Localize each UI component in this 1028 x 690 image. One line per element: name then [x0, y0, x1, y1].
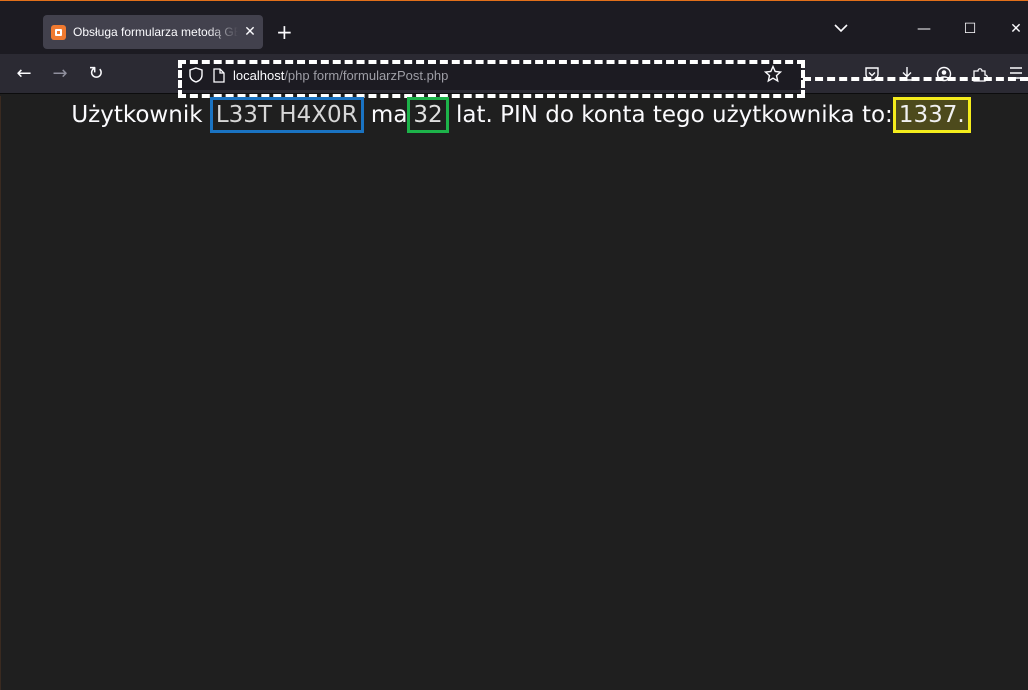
- forward-button[interactable]: →: [48, 62, 72, 86]
- text-suffix: lat. PIN do konta tego użytkownika to:: [456, 102, 893, 128]
- url-text[interactable]: localhost/php form/formularzPost.php: [233, 68, 448, 83]
- navigation-toolbar: ← → ↻ localhost/php form/formularzPost.p…: [0, 54, 1028, 94]
- text-middle: ma: [370, 102, 408, 128]
- pin-value: 1337.: [892, 97, 971, 133]
- close-window-button[interactable]: ✕: [1006, 21, 1026, 37]
- account-icon[interactable]: [936, 66, 952, 82]
- extensions-icon[interactable]: [972, 66, 988, 82]
- back-button[interactable]: ←: [12, 62, 36, 86]
- minimize-button[interactable]: —: [914, 21, 934, 37]
- xampp-icon: [51, 24, 66, 40]
- pocket-icon[interactable]: [864, 66, 880, 82]
- shield-icon[interactable]: [189, 67, 203, 83]
- maximize-button[interactable]: ☐: [960, 21, 980, 37]
- page-icon[interactable]: [213, 67, 225, 83]
- title-bar: Obsługa formularza metodą GET ✕ + — ☐ ✕: [0, 0, 1028, 54]
- browser-tab[interactable]: Obsługa formularza metodą GET ✕: [43, 15, 263, 49]
- url-host: localhost: [233, 67, 285, 83]
- username-value: L33T H4X0R: [209, 97, 364, 133]
- tab-title: Obsługa formularza metodą GET: [73, 25, 238, 39]
- window-edge: [0, 96, 1, 690]
- chevron-down-icon[interactable]: [834, 23, 848, 33]
- page-content: Użytkownik L33T H4X0R ma 32 lat. PIN do k…: [0, 96, 1028, 134]
- address-bar[interactable]: localhost/php form/formularzPost.php: [180, 60, 802, 90]
- text-prefix: Użytkownik: [71, 102, 203, 128]
- reload-button[interactable]: ↻: [84, 62, 108, 86]
- new-tab-button[interactable]: +: [276, 20, 293, 44]
- tab-close-icon[interactable]: ✕: [242, 24, 258, 40]
- url-path: /php form/formularzPost.php: [284, 67, 449, 83]
- age-value: 32: [407, 97, 449, 133]
- menu-icon[interactable]: [1009, 66, 1023, 80]
- star-icon[interactable]: [764, 65, 782, 83]
- download-icon[interactable]: [899, 66, 915, 82]
